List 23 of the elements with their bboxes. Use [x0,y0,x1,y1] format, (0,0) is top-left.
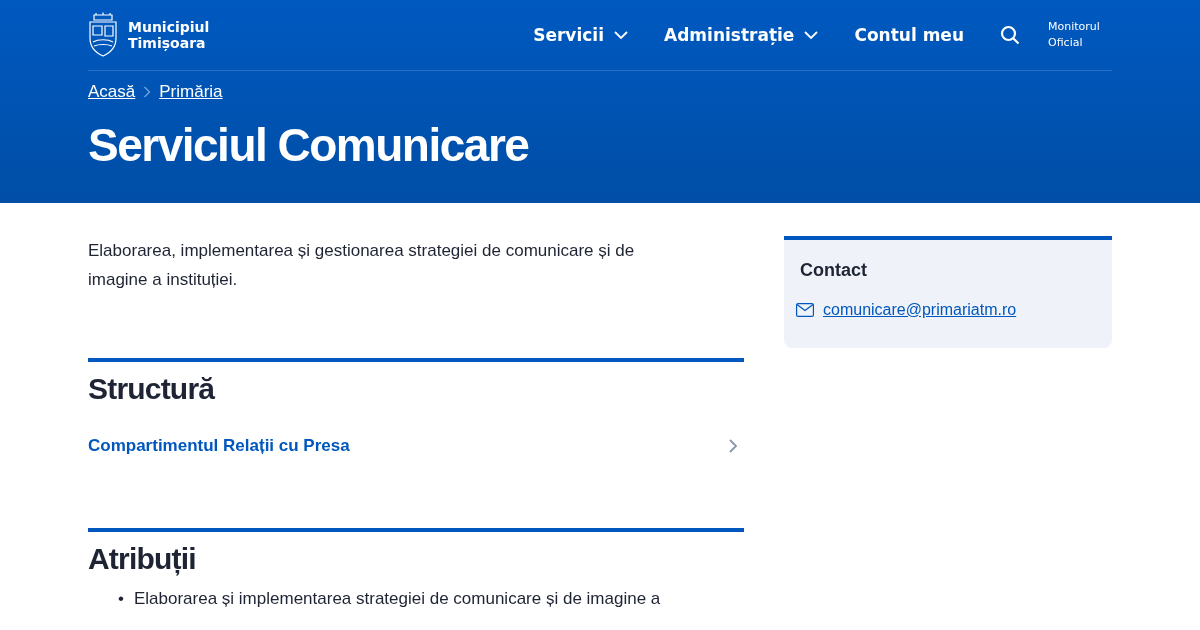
breadcrumb-link[interactable]: Acasă [88,82,136,102]
breadcrumb-link[interactable]: Primăria [159,82,223,102]
contact-heading: Contact [800,260,868,281]
nav-link[interactable]: Servicii [533,25,628,45]
section-heading: Structură [88,372,216,406]
list-item: Elaborarea și implementarea strategiei de comunicare și de imagine a [133,588,661,610]
email-link[interactable]: comunicare@primariatm.ro [823,301,1017,319]
bullet-marker: • [118,588,124,610]
site-name[interactable]: Municipiul Timișoara [128,19,210,51]
mail-icon [796,303,814,317]
chevron-down-icon [804,30,819,40]
nav-link[interactable]: Administrație [664,25,819,45]
section-heading: Atribuții [88,542,197,576]
intro-text: Elaborarea, implementarea și gestionarea strategiei de comunicare și de imagine a instituției. [88,240,636,291]
search-icon[interactable] [1000,25,1020,45]
monitor-link[interactable]: Monitorul Oficial [1048,19,1112,51]
chevron-down-icon [614,30,628,40]
chevron-right-icon [728,438,738,454]
chevron-right-icon [143,86,152,98]
section-link[interactable]: Compartimentul Relații cu Presa [88,436,744,456]
coat-of-arms-icon[interactable] [88,12,118,58]
page-title: Serviciul Comunicare [88,118,530,172]
nav-link[interactable]: Contul meu [854,25,964,45]
